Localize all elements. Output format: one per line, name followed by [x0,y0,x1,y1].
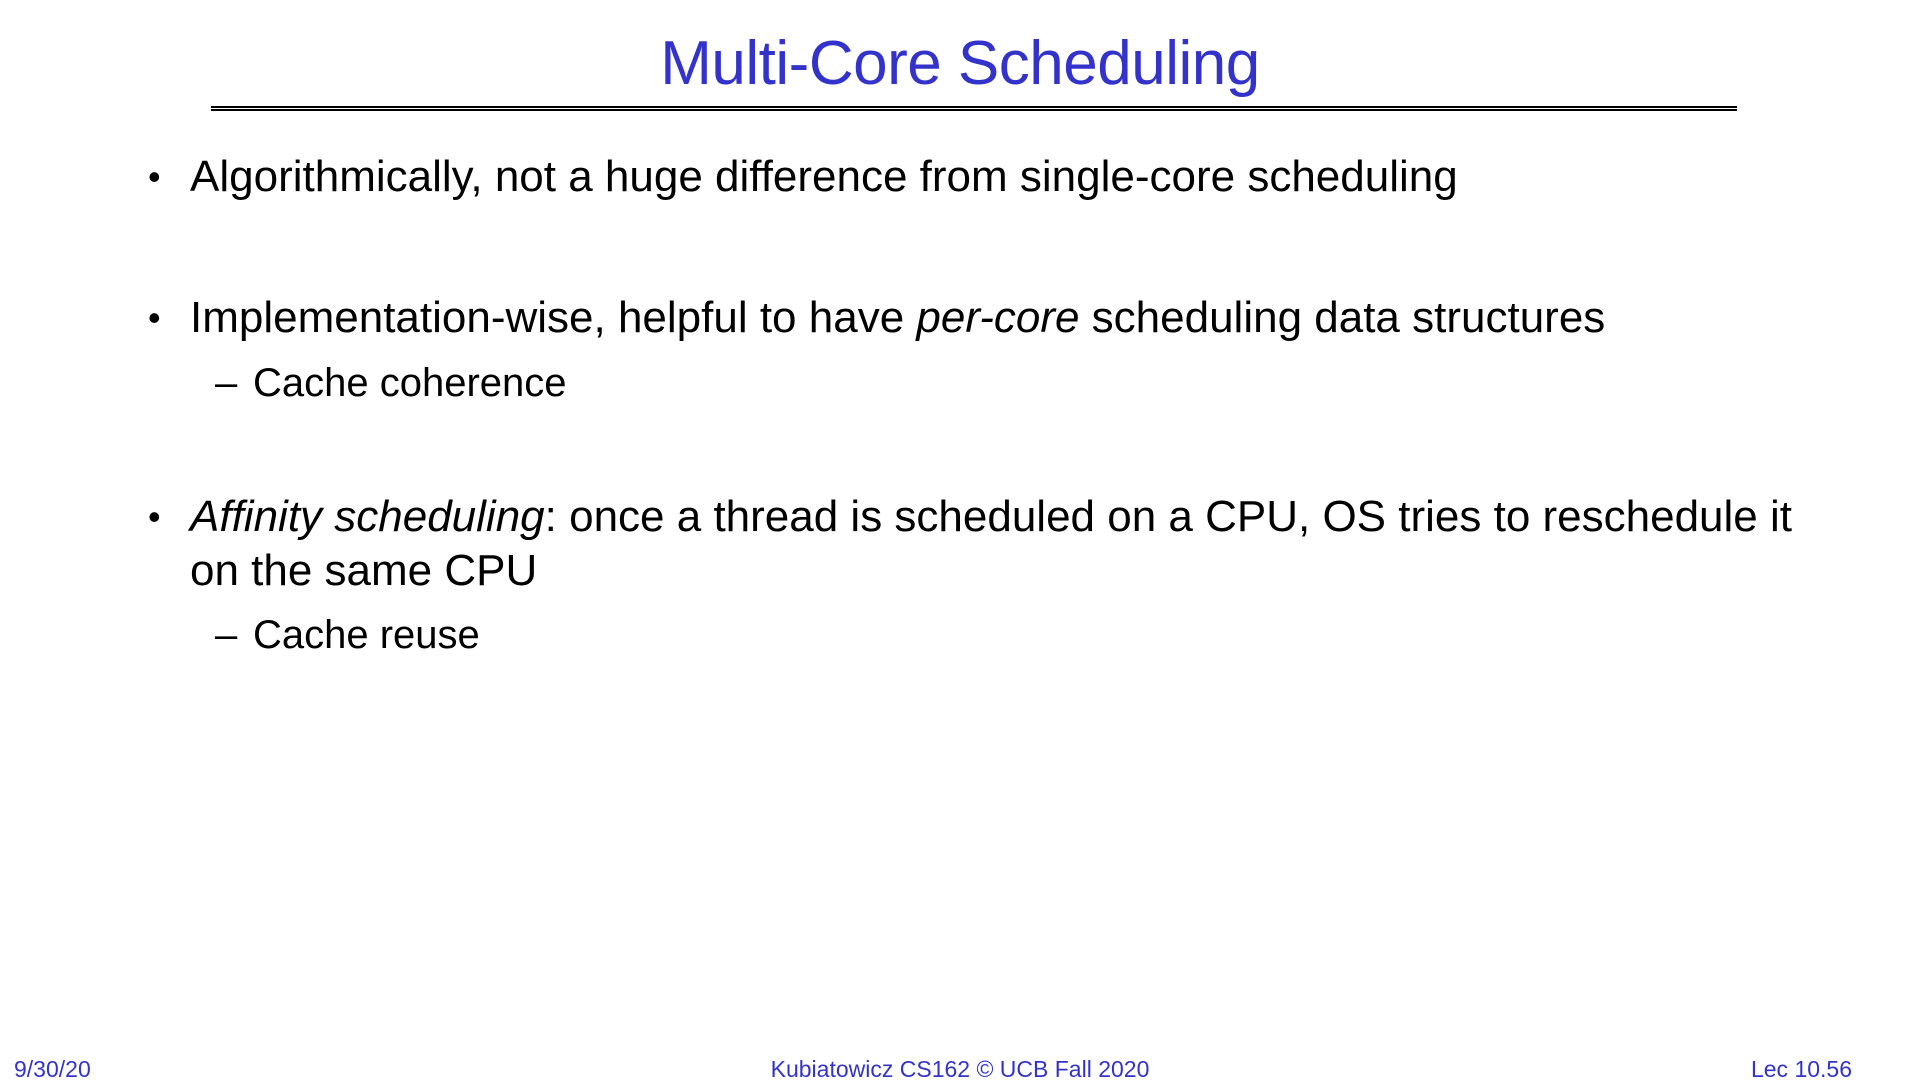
bullet-text-emphasis: per-core [916,293,1080,342]
slide-title: Multi-Core Scheduling [660,29,1260,98]
bullet-item: • Affinity scheduling: once a thread is … [148,490,1798,598]
bullet-text-emphasis: Affinity scheduling [190,492,545,541]
bullet-dot-icon: • [148,297,161,338]
footer-lecture-number: Lec 10.56 [1750,1056,1852,1082]
sub-bullet-item: – Cache coherence [215,358,567,408]
title-divider [211,106,1737,111]
bullet-text: Algorithmically, not a huge difference f… [190,152,1458,201]
sub-bullet-text: Cache reuse [253,613,480,657]
bullet-item: • Implementation-wise, helpful to have p… [148,291,1798,345]
bullet-text: Affinity scheduling: once a thread is sc… [190,490,1798,598]
bullet-text-part: scheduling data structures [1079,293,1606,342]
sub-bullet-text: Cache coherence [253,361,567,405]
sub-bullet-item: – Cache reuse [215,610,480,660]
bullet-item: • Algorithmically, not a huge difference… [148,150,1798,204]
dash-icon: – [215,361,238,405]
footer-course: Kubiatowicz CS162 © UCB Fall 2020 [770,1056,1150,1082]
bullet-text-part: Implementation-wise, helpful to have [190,293,917,342]
bullet-text: Implementation-wise, helpful to have per… [190,291,1798,345]
slide: Multi-Core Scheduling • Algorithmically,… [0,0,1920,1082]
dash-icon: – [215,613,238,657]
bullet-dot-icon: • [148,156,161,197]
bullet-dot-icon: • [148,496,161,537]
